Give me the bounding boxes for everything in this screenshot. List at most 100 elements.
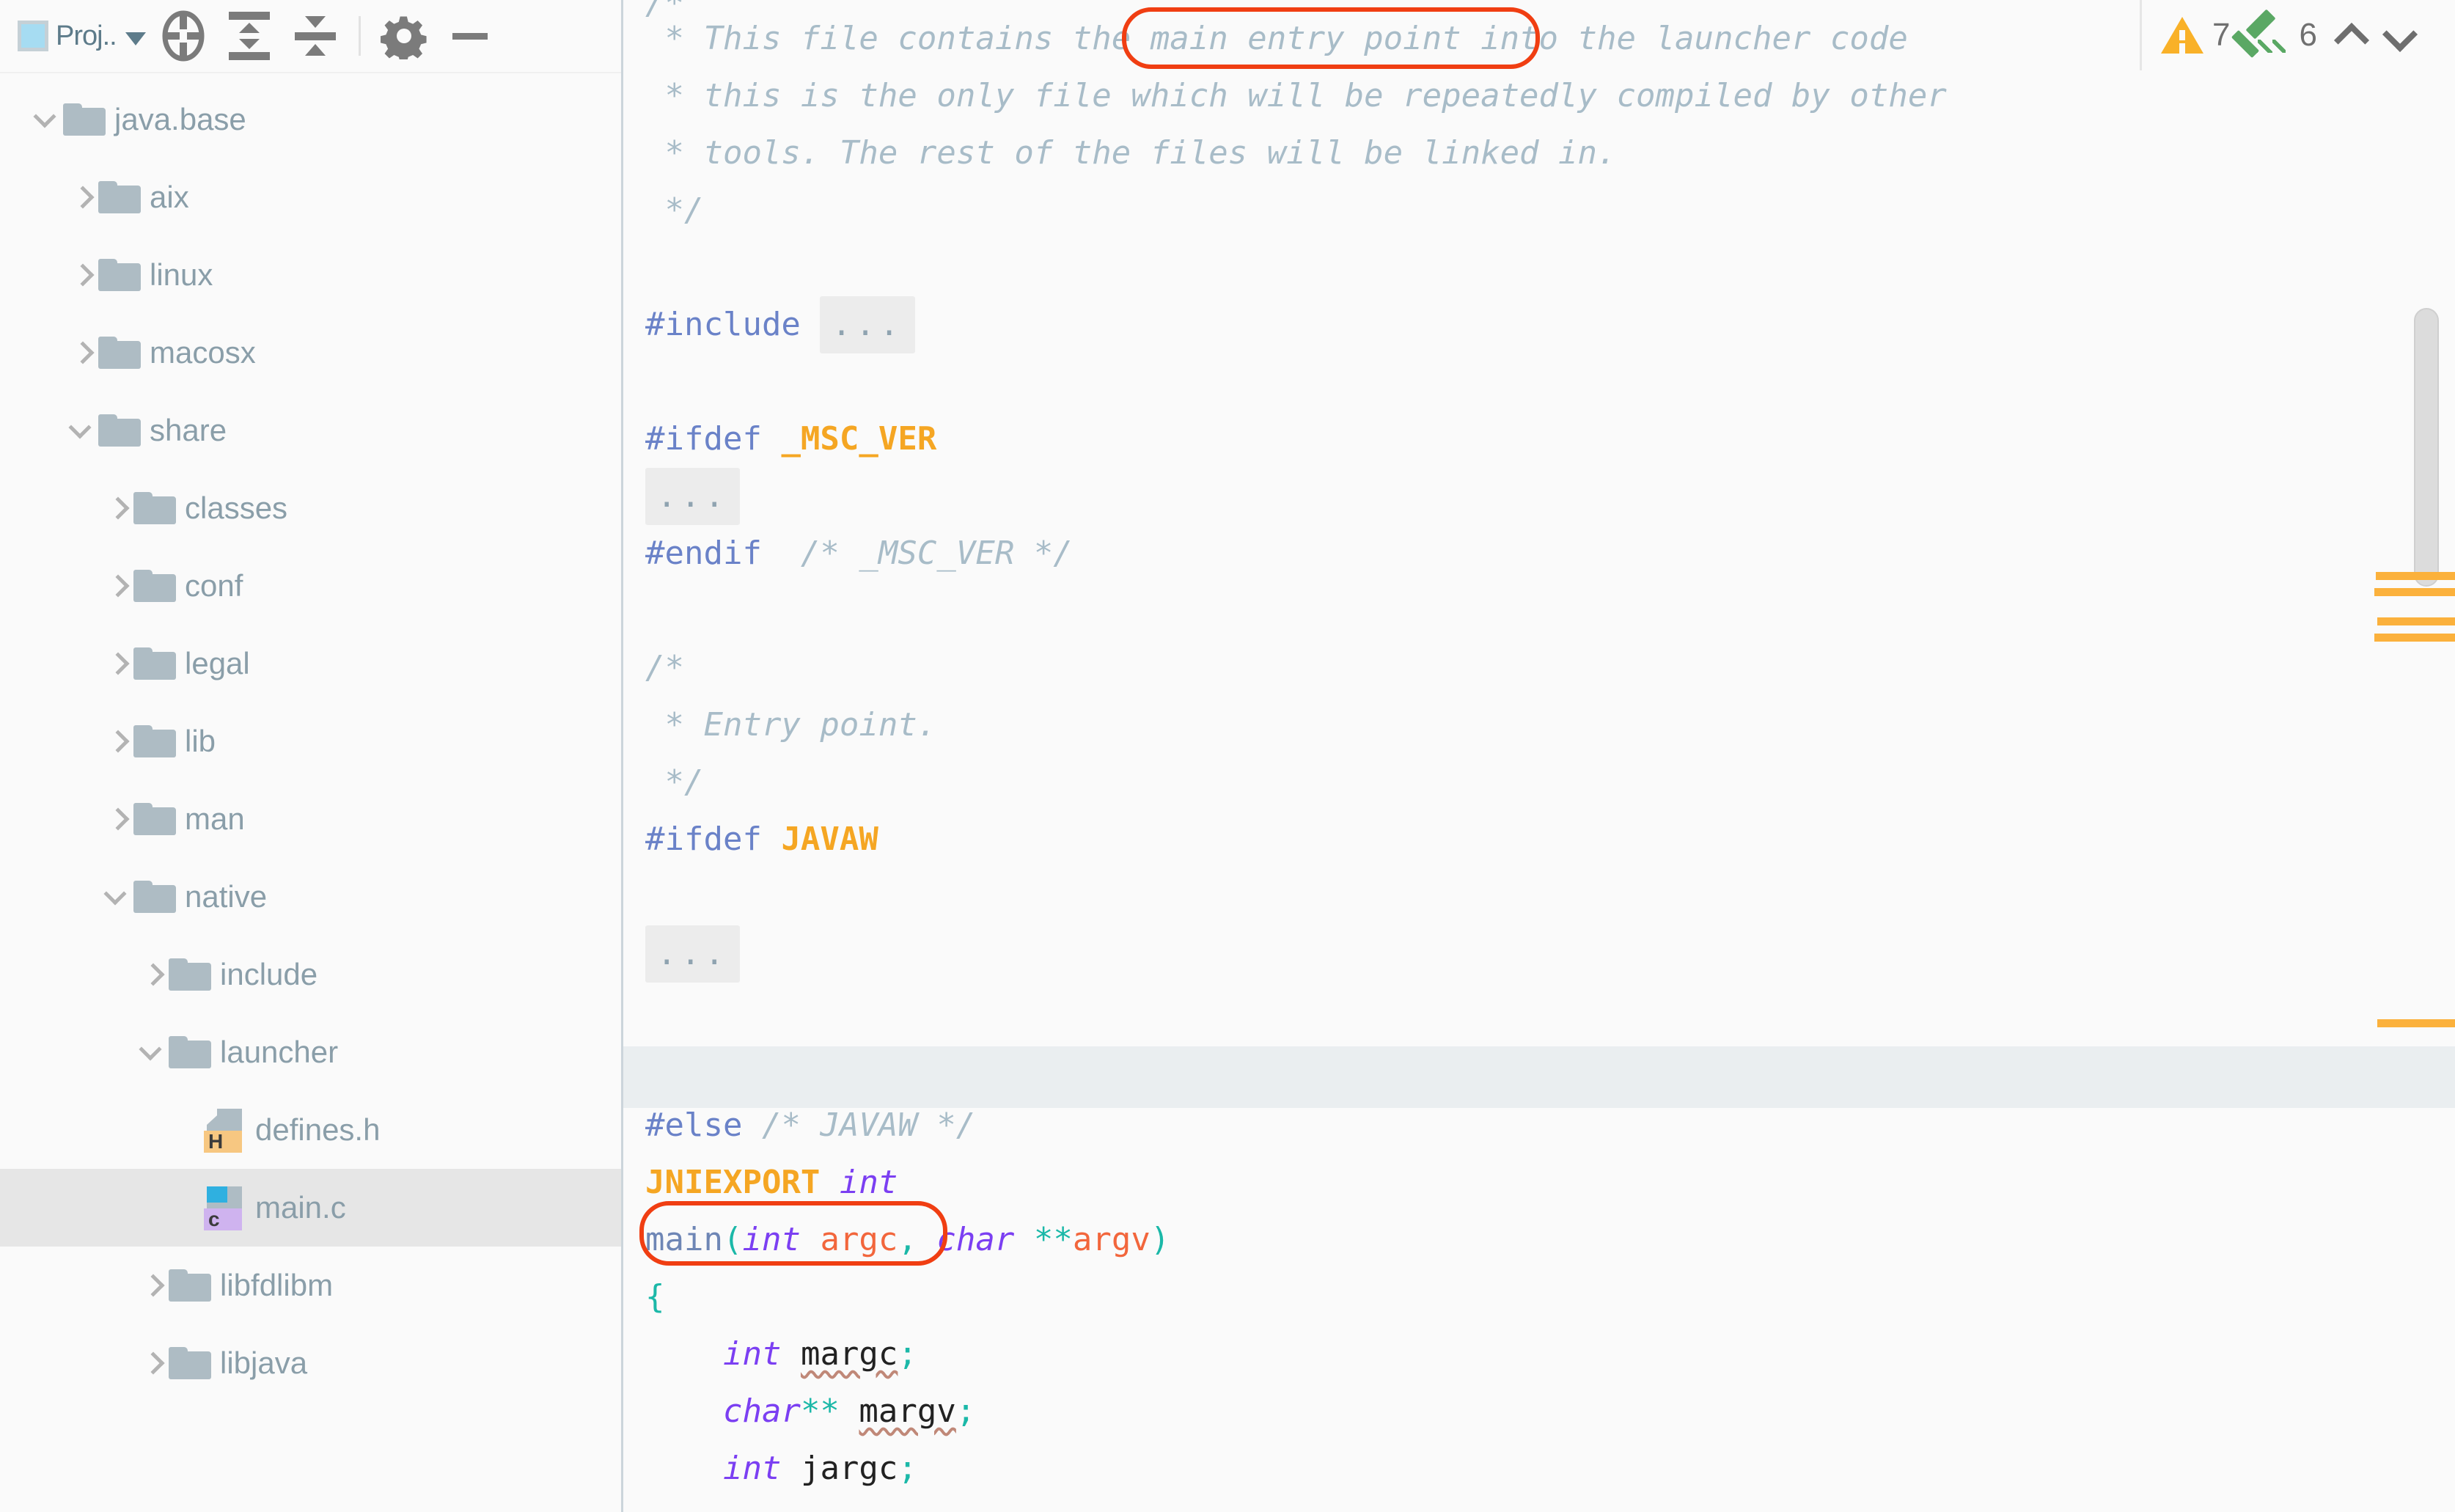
code-token: margc — [800, 1335, 898, 1373]
tree-item-legal[interactable]: legal — [0, 625, 621, 702]
tree-item-java-base[interactable]: java.base — [0, 81, 621, 158]
checkmark-squiggle-icon[interactable] — [2242, 15, 2290, 56]
code-token: int — [839, 1164, 898, 1201]
collapse-all-icon[interactable] — [282, 8, 348, 64]
code-line: #ifdef _MSC_VER — [645, 411, 936, 468]
warning-triangle-icon[interactable] — [2161, 17, 2203, 54]
tree-item-lib[interactable]: lib — [0, 702, 621, 780]
folder-icon — [169, 1036, 211, 1068]
code-token: _MSC_VER — [781, 420, 937, 458]
code-line: JNIEXPORT int — [645, 1154, 898, 1211]
chevron-down-icon[interactable] — [100, 880, 133, 914]
tree-item-libjava[interactable]: libjava — [0, 1324, 621, 1402]
chevron-right-icon[interactable] — [65, 180, 98, 214]
chevron-up-icon[interactable] — [2329, 13, 2377, 57]
expand-all-icon[interactable] — [216, 8, 282, 64]
source-code[interactable]: /* * This file contains the main entry p… — [623, 0, 2455, 1512]
tree-item-label: lib — [185, 724, 216, 758]
code-line: * Entry point. — [645, 697, 936, 754]
code-token: , — [898, 1221, 917, 1258]
chevron-right-icon[interactable] — [100, 647, 133, 680]
code-editor[interactable]: /* * This file contains the main entry p… — [623, 0, 2455, 1512]
chevron-down-icon[interactable] — [29, 103, 63, 136]
tree-item-macosx[interactable]: macosx — [0, 314, 621, 392]
tree-item-label: classes — [185, 491, 288, 525]
tree-item-main-c[interactable]: c main.c — [0, 1169, 621, 1247]
code-token: ** — [1033, 1221, 1073, 1258]
chevron-down-icon[interactable] — [65, 414, 98, 447]
folder-icon — [169, 1269, 211, 1302]
warning-count: 7 — [2212, 17, 2231, 53]
code-line: #else /* JAVAW */ — [645, 1097, 975, 1154]
code-token: /* _MSC_VER */ — [761, 535, 1073, 572]
gear-icon[interactable] — [371, 8, 437, 64]
chevron-down-icon[interactable] — [125, 32, 146, 45]
chevron-down-icon[interactable] — [2377, 13, 2426, 57]
folder-icon — [133, 725, 176, 757]
chevron-right-icon[interactable] — [135, 958, 169, 991]
code-line: char** margv; — [645, 1383, 975, 1440]
chevron-right-icon[interactable] — [100, 569, 133, 603]
tree-item-libfdlibm[interactable]: libfdlibm — [0, 1247, 621, 1324]
file-type-badge: c — [204, 1208, 242, 1230]
warning-marker[interactable] — [2374, 588, 2455, 596]
folder-icon — [133, 803, 176, 835]
code-token: main entry point into the launcher — [1150, 20, 1811, 57]
chevron-right-icon[interactable] — [100, 802, 133, 836]
code-token: ; — [898, 1450, 917, 1487]
warning-marker[interactable] — [2377, 1019, 2455, 1027]
minimize-glyph — [452, 33, 488, 40]
code-token: JNIEXPORT — [645, 1164, 840, 1201]
tree-item-label: share — [150, 413, 227, 447]
project-view-label: Proj.. — [56, 20, 117, 51]
code-token: /* — [645, 649, 684, 686]
project-view-selector[interactable]: Proj.. — [13, 21, 150, 52]
tree-item-include[interactable]: include — [0, 936, 621, 1013]
inspection-count: 6 — [2299, 17, 2317, 53]
code-token: char — [722, 1392, 801, 1430]
h-file-icon: H — [204, 1107, 246, 1153]
tree-item-man[interactable]: man — [0, 780, 621, 858]
code-token: * Entry point. — [645, 706, 937, 744]
code-token: */ — [645, 191, 704, 229]
tree-item-share[interactable]: share — [0, 392, 621, 469]
tree-item-defines-h[interactable]: Hdefines.h — [0, 1091, 621, 1169]
tree-item-linux[interactable]: linux — [0, 236, 621, 314]
chevron-right-icon[interactable] — [135, 1269, 169, 1302]
minimize-icon[interactable] — [437, 8, 503, 64]
tree-item-conf[interactable]: conf — [0, 547, 621, 625]
c-file-icon: c — [204, 1185, 246, 1230]
tree-item-label: linux — [150, 257, 213, 292]
chevron-right-icon[interactable] — [135, 1346, 169, 1380]
chevron-right-icon[interactable] — [100, 724, 133, 758]
code-token: argc — [820, 1221, 898, 1258]
tree-item-aix[interactable]: aix — [0, 158, 621, 236]
chevron-right-icon[interactable] — [100, 491, 133, 525]
gear-glyph — [380, 16, 427, 59]
locate-target-icon[interactable] — [150, 8, 216, 64]
folder-icon — [169, 958, 211, 991]
warning-marker[interactable] — [2376, 572, 2455, 580]
tree-item-native[interactable]: native — [0, 858, 621, 936]
code-token: #ifdef — [645, 821, 782, 858]
code-token: #else — [645, 1107, 762, 1144]
code-token: /* JAVAW */ — [761, 1107, 976, 1144]
code-token: ) — [1150, 1221, 1170, 1258]
editor-scrollbar-thumb[interactable] — [2414, 308, 2439, 587]
chevron-right-icon[interactable] — [65, 258, 98, 292]
code-line: ... — [645, 468, 741, 525]
tree-item-classes[interactable]: classes — [0, 469, 621, 547]
code-token: JAVAW — [781, 821, 878, 858]
code-token: ... — [645, 925, 741, 983]
chevron-down-icon[interactable] — [135, 1035, 169, 1069]
warning-marker[interactable] — [2374, 634, 2455, 642]
chevron-right-icon[interactable] — [65, 336, 98, 370]
tree-item-launcher[interactable]: launcher — [0, 1013, 621, 1091]
code-line: { — [645, 1269, 665, 1326]
warning-marker[interactable] — [2377, 617, 2455, 625]
